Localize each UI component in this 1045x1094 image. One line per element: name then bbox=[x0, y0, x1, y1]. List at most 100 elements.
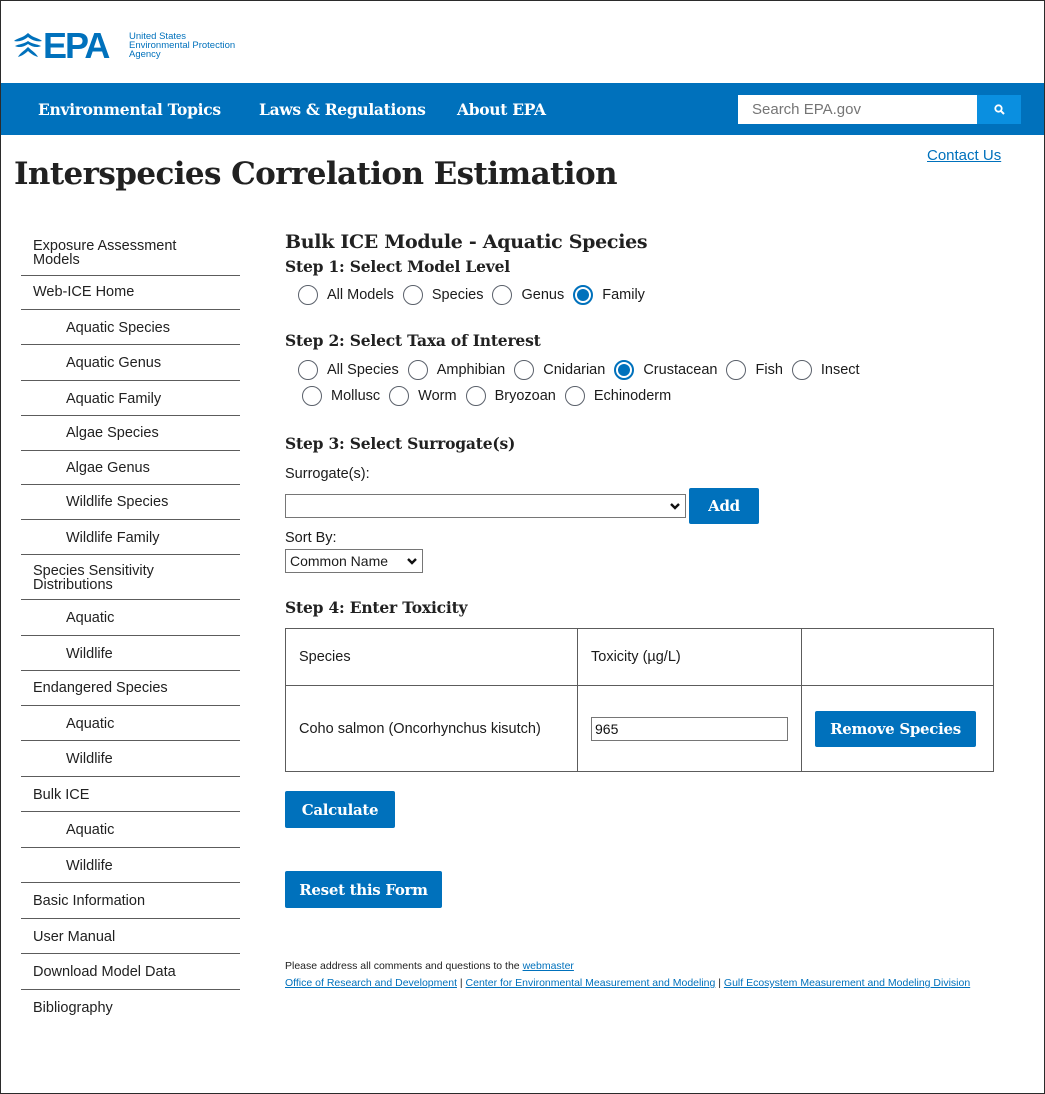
sort-by-label: Sort By: bbox=[285, 530, 337, 546]
radio-all-species[interactable]: All Species bbox=[298, 360, 399, 380]
remove-species-button[interactable]: Remove Species bbox=[815, 710, 976, 747]
species-cell: Coho salmon (Oncorhynchus kisutch) bbox=[285, 685, 578, 772]
radio-insect[interactable]: Insect bbox=[791, 360, 860, 380]
radio-button[interactable] bbox=[514, 360, 535, 380]
radio-button[interactable] bbox=[298, 360, 318, 380]
surrogate-label: Surrogate(s): bbox=[285, 466, 370, 482]
gemmd-link[interactable]: Gulf Ecosystem Measurement and Modeling … bbox=[724, 977, 970, 989]
sidebar-item-aquatic-species[interactable]: Aquatic Species bbox=[21, 310, 240, 345]
top-nav: Environmental Topics Laws & Regulations … bbox=[1, 83, 1044, 135]
step3-title: Step 3: Select Surrogate(s) bbox=[285, 434, 516, 453]
sidebar-item-user-manual[interactable]: User Manual bbox=[21, 919, 240, 954]
table-header-row: Species Toxicity (µg/L) bbox=[285, 628, 994, 686]
search-icon bbox=[993, 104, 1005, 115]
surrogate-select[interactable] bbox=[285, 494, 686, 518]
radio-family[interactable]: Family bbox=[573, 285, 645, 305]
module-title: Bulk ICE Module - Aquatic Species bbox=[285, 231, 648, 253]
sidebar-item-exposure-assessment-models[interactable]: Exposure Assessment Models bbox=[21, 228, 240, 276]
agency-name: United States Environmental Protection A… bbox=[129, 30, 236, 60]
calculate-button[interactable]: Calculate bbox=[285, 791, 395, 828]
radio-mollusc[interactable]: Mollusc bbox=[302, 386, 380, 406]
column-header-toxicity: Toxicity (µg/L) bbox=[577, 628, 802, 686]
search-input[interactable] bbox=[738, 95, 977, 124]
radio-echinoderm[interactable]: Echinoderm bbox=[564, 386, 671, 406]
radio-button[interactable] bbox=[298, 285, 318, 305]
model-level-options: All Models Species Genus Family bbox=[298, 285, 1005, 305]
radio-crustacean[interactable]: Crustacean bbox=[614, 360, 717, 380]
sidebar-item-basic-information[interactable]: Basic Information bbox=[21, 883, 240, 919]
epa-logo[interactable]: EPA United States Environmental Protecti… bbox=[13, 25, 235, 65]
sidebar-item-download-model-data[interactable]: Download Model Data bbox=[21, 954, 240, 990]
taxa-options-row2: Mollusc Worm Bryozoan Echinoderm bbox=[302, 386, 1005, 406]
footer-links: Office of Research and Development | Cen… bbox=[285, 977, 971, 989]
page-title: Interspecies Correlation Estimation bbox=[14, 156, 618, 192]
epa-wordmark: EPA bbox=[43, 28, 112, 62]
radio-bryozoan[interactable]: Bryozoan bbox=[465, 386, 556, 406]
footer-contact-line: Please address all comments and question… bbox=[285, 960, 574, 972]
radio-amphibian[interactable]: Amphibian bbox=[407, 360, 505, 380]
sidebar-item-bulk-ice[interactable]: Bulk ICE bbox=[21, 777, 240, 812]
main-content: Bulk ICE Module - Aquatic Species Step 1… bbox=[285, 231, 1005, 992]
sidebar-item-web-ice-home[interactable]: Web-ICE Home bbox=[21, 276, 240, 310]
column-header-action bbox=[801, 628, 994, 686]
radio-button[interactable] bbox=[791, 360, 812, 380]
sidebar-item-endangered-wildlife[interactable]: Wildlife bbox=[21, 741, 240, 777]
step1-title: Step 1: Select Model Level bbox=[285, 257, 510, 276]
sidebar-item-endangered-aquatic[interactable]: Aquatic bbox=[21, 706, 240, 741]
sidebar-item-ssd-wildlife[interactable]: Wildlife bbox=[21, 636, 240, 671]
sidebar-item-bibliography[interactable]: Bibliography bbox=[21, 990, 240, 1025]
search-button[interactable] bbox=[977, 95, 1021, 124]
sort-by-select[interactable]: Common Name bbox=[285, 549, 423, 573]
sidebar-item-algae-species[interactable]: Algae Species bbox=[21, 416, 240, 451]
webmaster-link[interactable]: webmaster bbox=[523, 960, 574, 972]
footer: Please address all comments and question… bbox=[285, 958, 985, 992]
action-cell: Remove Species bbox=[801, 685, 994, 772]
contact-us-link[interactable]: Contact Us bbox=[927, 147, 1001, 164]
radio-species[interactable]: Species bbox=[402, 285, 483, 305]
toxicity-cell bbox=[577, 685, 802, 772]
sidebar-item-wildlife-species[interactable]: Wildlife Species bbox=[21, 485, 240, 520]
sidebar-item-algae-genus[interactable]: Algae Genus bbox=[21, 451, 240, 485]
reset-form-button[interactable]: Reset this Form bbox=[285, 871, 442, 908]
sidebar-item-wildlife-family[interactable]: Wildlife Family bbox=[21, 520, 240, 555]
chevron-down-icon bbox=[407, 558, 417, 565]
radio-genus[interactable]: Genus bbox=[492, 285, 564, 305]
sidebar-item-aquatic-genus[interactable]: Aquatic Genus bbox=[21, 345, 240, 381]
column-header-species: Species bbox=[285, 628, 578, 686]
radio-button[interactable] bbox=[492, 285, 513, 305]
table-row: Coho salmon (Oncorhynchus kisutch) Remov… bbox=[285, 685, 994, 772]
radio-button[interactable] bbox=[465, 386, 486, 406]
radio-button[interactable] bbox=[302, 386, 322, 406]
sidebar-item-endangered-species[interactable]: Endangered Species bbox=[21, 671, 240, 706]
radio-button[interactable] bbox=[407, 360, 428, 380]
sidebar-item-species-sensitivity-distributions[interactable]: Species Sensitivity Distributions bbox=[21, 555, 240, 600]
nav-laws-regulations[interactable]: Laws & Regulations bbox=[259, 100, 426, 119]
radio-all-models[interactable]: All Models bbox=[298, 285, 394, 305]
radio-button-selected[interactable] bbox=[573, 285, 594, 305]
taxa-options-row1: All Species Amphibian Cnidarian Crustace… bbox=[298, 360, 1005, 380]
radio-button[interactable] bbox=[389, 386, 410, 406]
toxicity-table: Species Toxicity (µg/L) Coho salmon (Onc… bbox=[285, 628, 994, 772]
radio-cnidarian[interactable]: Cnidarian bbox=[514, 360, 605, 380]
radio-button[interactable] bbox=[564, 386, 585, 406]
sidebar-item-bulk-aquatic[interactable]: Aquatic bbox=[21, 812, 240, 848]
step4-title: Step 4: Enter Toxicity bbox=[285, 598, 468, 617]
radio-worm[interactable]: Worm bbox=[389, 386, 457, 406]
sidebar-item-bulk-wildlife[interactable]: Wildlife bbox=[21, 848, 240, 883]
radio-button[interactable] bbox=[402, 285, 423, 305]
toxicity-input[interactable] bbox=[591, 716, 788, 741]
nav-environmental-topics[interactable]: Environmental Topics bbox=[38, 100, 221, 119]
radio-button[interactable] bbox=[726, 360, 747, 380]
cemm-link[interactable]: Center for Environmental Measurement and… bbox=[466, 977, 716, 989]
epa-flower-icon bbox=[14, 33, 42, 57]
step2-title: Step 2: Select Taxa of Interest bbox=[285, 331, 541, 350]
nav-about-epa[interactable]: About EPA bbox=[457, 100, 546, 119]
add-button[interactable]: Add bbox=[689, 488, 759, 524]
chevron-down-icon bbox=[670, 503, 680, 510]
ord-link[interactable]: Office of Research and Development bbox=[285, 977, 457, 989]
sidebar-item-ssd-aquatic[interactable]: Aquatic bbox=[21, 600, 240, 636]
radio-button-selected[interactable] bbox=[614, 360, 635, 380]
sidebar-item-aquatic-family[interactable]: Aquatic Family bbox=[21, 381, 240, 416]
svg-text:EPA: EPA bbox=[43, 28, 110, 62]
radio-fish[interactable]: Fish bbox=[726, 360, 783, 380]
